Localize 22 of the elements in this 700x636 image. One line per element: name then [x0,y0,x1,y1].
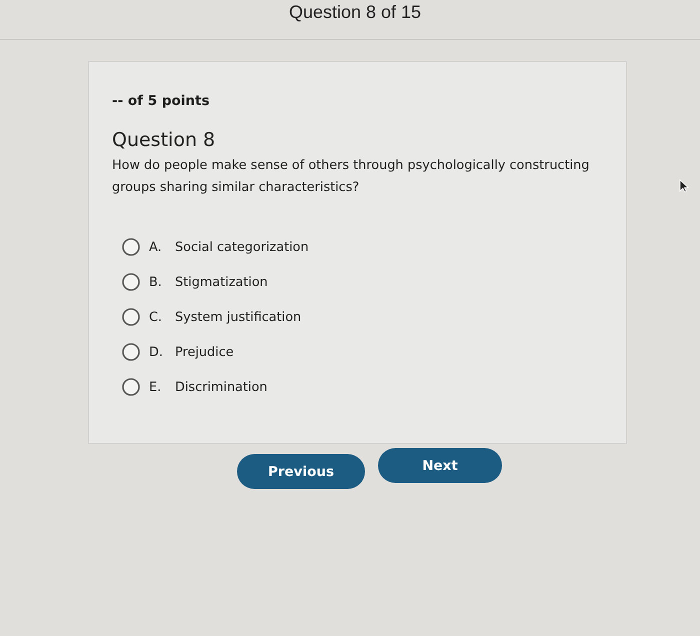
option-letter: B. [149,274,163,290]
option-label[interactable]: Discrimination [175,380,268,394]
points-label: -- of 5 points [112,93,211,109]
cursor-icon [679,179,689,193]
option-letter: E. [149,380,162,394]
option-label[interactable]: System justification [175,310,302,324]
next-button[interactable]: Next [378,448,502,483]
option-label[interactable]: Stigmatization [175,274,268,290]
radio-button[interactable] [122,238,140,256]
option-letter: C. [149,310,164,324]
radio-button[interactable] [122,273,140,291]
previous-button[interactable]: Previous [237,454,365,489]
option-label[interactable]: Prejudice [175,344,234,360]
page-title: Question 8 of 15 [288,2,422,23]
option-letter: A. [149,240,163,254]
radio-button[interactable] [122,343,140,361]
question-title: Question 8 [112,129,216,151]
option-label[interactable]: Social categorization [175,240,309,254]
question-text: How do people make sense of others through psychologically constructing groups sharing similar characteristics? [112,157,590,197]
radio-button[interactable] [122,378,140,396]
radio-button[interactable] [122,308,140,326]
option-letter: D. [149,344,164,360]
